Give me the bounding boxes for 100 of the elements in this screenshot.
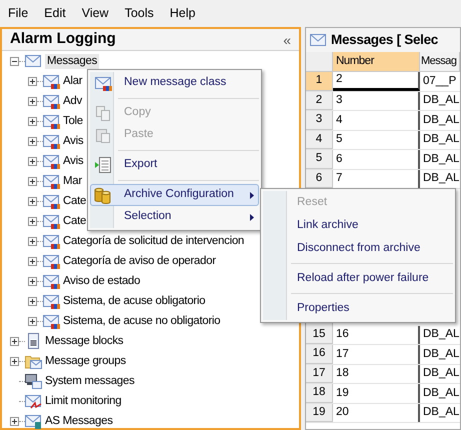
tree-item[interactable]: Sistema, de acuse no obligatorio xyxy=(63,314,220,328)
row-header[interactable]: 16 xyxy=(306,345,333,364)
monitor-icon xyxy=(25,374,42,388)
tree-item[interactable]: Avis xyxy=(63,134,84,148)
expand-toggle[interactable] xyxy=(28,76,37,86)
table-cell-text: DB_AL xyxy=(422,152,460,167)
table-cell: 5 xyxy=(333,130,420,149)
menu-item[interactable]: Archive Configuration xyxy=(90,184,259,206)
tree-item[interactable]: Messages xyxy=(45,54,100,68)
collapse-button[interactable]: « xyxy=(283,32,291,46)
menu-bar-item[interactable]: View xyxy=(82,4,109,23)
envelope-icon xyxy=(43,74,60,88)
table-cell-text: DB_AL xyxy=(422,327,460,342)
tree-item[interactable]: Cate xyxy=(63,214,86,228)
expand-toggle[interactable] xyxy=(28,216,37,226)
tree-item[interactable]: Alar xyxy=(63,74,82,88)
row-header[interactable]: 4 xyxy=(306,130,333,149)
tree-item[interactable]: Tole xyxy=(63,114,83,128)
menu-item[interactable]: Reload after power failure xyxy=(263,267,453,290)
envelope-icon xyxy=(25,394,42,408)
tree-item[interactable]: System messages xyxy=(45,374,134,388)
envelope-icon xyxy=(94,76,112,90)
tree-item[interactable]: Limit monitoring xyxy=(45,394,122,408)
tree-item[interactable]: Message blocks xyxy=(45,334,124,348)
expand-toggle[interactable] xyxy=(28,316,37,326)
expand-toggle[interactable] xyxy=(28,176,37,186)
menu-item[interactable]: Export xyxy=(90,154,259,176)
collapse-toggle[interactable] xyxy=(10,56,19,66)
panel-title: Alarm Logging xyxy=(10,29,116,50)
menu-bar-item[interactable]: Tools xyxy=(124,4,154,23)
table-cell: 20 xyxy=(333,404,420,422)
menu-item[interactable]: Properties xyxy=(263,297,453,320)
tree-item[interactable]: Categoría de aviso de operador xyxy=(63,254,216,268)
tree-item[interactable]: Avis xyxy=(63,154,84,168)
expand-toggle[interactable] xyxy=(28,136,37,146)
expand-toggle[interactable] xyxy=(10,336,19,346)
table-cell: 6 xyxy=(333,150,420,168)
panel-title: Messages [ Selec xyxy=(331,30,438,49)
table-cell: 16 xyxy=(333,326,420,344)
table-cell-text: DB_AL xyxy=(422,366,460,382)
menu-item[interactable]: Disconnect from archive xyxy=(263,237,453,260)
row-header[interactable]: 1 xyxy=(306,72,333,90)
envelope-icon xyxy=(43,154,60,168)
envelope-icon xyxy=(43,254,60,268)
tree-item[interactable]: Categoría de solicitud de intervencion xyxy=(63,234,244,248)
column-header[interactable]: Messag xyxy=(420,52,460,71)
row-header[interactable]: 6 xyxy=(306,170,333,188)
table-cell-text: 07__P xyxy=(422,74,458,89)
expand-toggle[interactable] xyxy=(28,256,37,266)
tree-item[interactable]: Message groups xyxy=(45,354,126,368)
expand-toggle[interactable] xyxy=(10,356,19,366)
row-header[interactable]: 18 xyxy=(306,384,333,402)
row-header[interactable]: 19 xyxy=(306,404,333,422)
tree-item[interactable]: Cate xyxy=(63,194,86,208)
envelope-icon xyxy=(43,274,60,288)
expand-toggle[interactable] xyxy=(28,296,37,306)
envelope-icon xyxy=(43,234,60,248)
envelope-icon xyxy=(310,32,327,48)
menu-bar-item[interactable]: Help xyxy=(170,4,196,23)
table-cell-text: DB_AL xyxy=(422,132,460,148)
menu-item[interactable]: New message class xyxy=(90,72,259,94)
table-cell: 3 xyxy=(333,92,420,110)
row-header[interactable]: 15 xyxy=(306,326,333,344)
envelope-icon xyxy=(43,94,60,108)
tree-item[interactable]: Mar xyxy=(63,174,82,188)
table-cell-text: DB_AL xyxy=(422,93,460,108)
expand-toggle[interactable] xyxy=(10,416,19,426)
row-header[interactable]: 2 xyxy=(306,92,333,110)
expand-toggle[interactable] xyxy=(28,116,37,126)
tree-item[interactable]: Sistema, de acuse obligatorio xyxy=(63,294,206,308)
envelope-icon xyxy=(25,414,42,428)
menu-bar-item[interactable]: Edit xyxy=(44,4,66,23)
table-cell: 19 xyxy=(333,384,420,402)
envelope-icon xyxy=(43,194,60,208)
envelope-icon xyxy=(43,314,60,328)
tree-item[interactable]: Aviso de estado xyxy=(63,274,140,288)
envelope-icon xyxy=(43,214,60,228)
row-header[interactable]: 17 xyxy=(306,364,333,383)
envelope-icon xyxy=(43,174,60,188)
database-icon xyxy=(94,186,112,204)
expand-toggle[interactable] xyxy=(28,196,37,206)
menu-bar-item[interactable]: File xyxy=(8,4,28,23)
menu-item[interactable]: Selection xyxy=(90,206,259,228)
row-header[interactable]: 3 xyxy=(306,111,333,130)
table-cell: 2 xyxy=(333,72,420,90)
menu-item[interactable]: Link archive xyxy=(263,214,453,237)
tree-item[interactable]: AS Messages xyxy=(45,414,113,428)
column-header[interactable]: Number xyxy=(333,52,420,71)
tree-item[interactable]: Adv xyxy=(63,94,82,108)
export-icon xyxy=(94,157,112,173)
expand-toggle[interactable] xyxy=(28,156,37,166)
expand-toggle[interactable] xyxy=(28,276,37,286)
row-header[interactable]: 5 xyxy=(306,150,333,168)
table-cell-text: DB_AL xyxy=(422,112,460,128)
table-cell-text: DB_AL xyxy=(422,346,460,362)
expand-toggle[interactable] xyxy=(28,236,37,246)
table-cell-text: DB_AL xyxy=(422,171,460,186)
expand-toggle[interactable] xyxy=(28,96,37,106)
envelope-icon xyxy=(43,294,60,308)
copy-icon xyxy=(95,106,111,120)
